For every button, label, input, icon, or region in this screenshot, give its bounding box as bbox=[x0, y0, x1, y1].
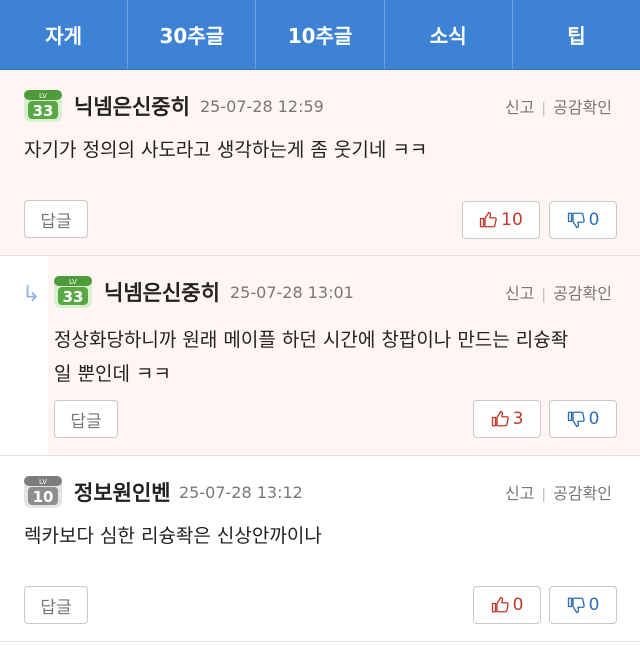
thumbs-down-icon bbox=[567, 212, 585, 229]
comment-actions: 신고 | 공감확인 bbox=[505, 280, 612, 304]
comment-actions: 신고 | 공감확인 bbox=[505, 94, 612, 118]
comment-header: LV 10 정보원인벤 25-07-28 13:12 신고 | 공감확인 bbox=[0, 474, 640, 510]
comment-text-line: 정상화당하니까 원래 메이플 하던 시간에 창팝이나 만드는 리슝좍 bbox=[54, 329, 569, 351]
dislike-count: 0 bbox=[588, 409, 600, 429]
tab-tips[interactable]: 팁 bbox=[513, 0, 640, 69]
report-link[interactable]: 신고 bbox=[505, 484, 534, 503]
comment-timestamp: 25-07-28 13:01 bbox=[230, 282, 354, 302]
comment-text: 자기가 정의의 사도라고 생각하는게 좀 웃기네 ㅋㅋ bbox=[24, 139, 428, 161]
reply-comment-item: ↳ LV 33 닉넴은신중히 25-07-28 13:01 신고 | 공감확인 정상… bbox=[0, 256, 640, 456]
like-count: 10 bbox=[501, 210, 523, 230]
likes-check-link[interactable]: 공감확인 bbox=[553, 98, 612, 117]
report-link[interactable]: 신고 bbox=[505, 98, 534, 117]
action-separator: | bbox=[541, 487, 547, 503]
comment-header: LV 33 닉넴은신중히 25-07-28 12:59 신고 | 공감확인 bbox=[0, 88, 640, 124]
thumbs-down-icon bbox=[567, 597, 585, 614]
comment-text-line: 일 뿐인데 ㅋㅋ bbox=[54, 363, 171, 385]
svg-text:LV: LV bbox=[69, 278, 77, 286]
tab-10-recommend[interactable]: 10추글 bbox=[256, 0, 385, 69]
level-badge-icon: LV 33 bbox=[54, 276, 92, 308]
dislike-button[interactable]: 0 bbox=[549, 400, 617, 438]
comment-header: LV 33 닉넴은신중히 25-07-28 13:01 신고 | 공감확인 bbox=[0, 274, 640, 310]
svg-text:LV: LV bbox=[39, 478, 47, 486]
comment-timestamp: 25-07-28 13:12 bbox=[179, 482, 303, 502]
svg-text:33: 33 bbox=[33, 102, 54, 120]
comment-nickname[interactable]: 닉넴은신중히 bbox=[104, 277, 220, 307]
comment-nickname[interactable]: 닉넴은신중히 bbox=[74, 91, 190, 121]
comment-text: 렉카보다 심한 리슝좍은 신상안까이나 bbox=[24, 525, 322, 547]
comment-nickname[interactable]: 정보원인벤 bbox=[74, 477, 171, 507]
reply-button[interactable]: 답글 bbox=[24, 200, 88, 238]
like-count: 0 bbox=[512, 595, 524, 615]
comment-item: LV 10 정보원인벤 25-07-28 13:12 신고 | 공감확인 렉카보다 … bbox=[0, 456, 640, 642]
svg-text:33: 33 bbox=[63, 288, 84, 306]
dislike-button[interactable]: 0 bbox=[549, 201, 617, 239]
level-badge-icon: LV 10 bbox=[24, 476, 62, 508]
likes-check-link[interactable]: 공감확인 bbox=[553, 284, 612, 303]
action-separator: | bbox=[541, 101, 547, 117]
thumbs-up-icon bbox=[491, 410, 509, 427]
comment-timestamp: 25-07-28 12:59 bbox=[200, 96, 324, 116]
svg-text:LV: LV bbox=[39, 92, 47, 100]
reply-button[interactable]: 답글 bbox=[54, 400, 118, 438]
dislike-count: 0 bbox=[588, 210, 600, 230]
reply-button[interactable]: 답글 bbox=[24, 586, 88, 624]
thumbs-down-icon bbox=[567, 411, 585, 428]
tab-news[interactable]: 소식 bbox=[385, 0, 513, 69]
likes-check-link[interactable]: 공감확인 bbox=[553, 484, 612, 503]
dislike-button[interactable]: 0 bbox=[549, 586, 617, 624]
action-separator: | bbox=[541, 287, 547, 303]
like-button[interactable]: 10 bbox=[462, 201, 540, 239]
like-button[interactable]: 3 bbox=[473, 400, 541, 438]
comment-item: LV 33 닉넴은신중히 25-07-28 12:59 신고 | 공감확인 자기가 … bbox=[0, 70, 640, 256]
tab-30-recommend[interactable]: 30추글 bbox=[128, 0, 257, 69]
board-tabs: 자게 30추글 10추글 소식 팁 bbox=[0, 0, 640, 70]
dislike-count: 0 bbox=[588, 595, 600, 615]
thumbs-up-icon bbox=[491, 596, 509, 613]
report-link[interactable]: 신고 bbox=[505, 284, 534, 303]
level-badge-icon: LV 33 bbox=[24, 90, 62, 122]
like-button[interactable]: 0 bbox=[473, 586, 541, 624]
comment-actions: 신고 | 공감확인 bbox=[505, 480, 612, 504]
like-count: 3 bbox=[512, 409, 524, 429]
svg-text:10: 10 bbox=[33, 488, 54, 506]
thumbs-up-icon bbox=[479, 211, 497, 228]
tab-free-board[interactable]: 자게 bbox=[0, 0, 129, 69]
